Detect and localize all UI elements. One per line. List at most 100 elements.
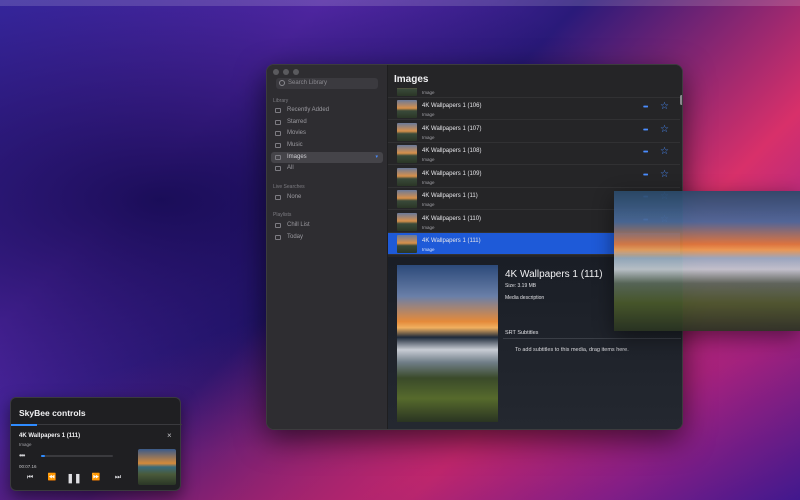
search-input[interactable]: Search Library bbox=[276, 78, 378, 89]
sidebar-item-label: Chill List bbox=[287, 222, 310, 228]
sidebar-item-label: Starred bbox=[287, 119, 307, 125]
srt-drop-zone[interactable]: To add subtitles to this media, drag ite… bbox=[515, 347, 629, 353]
sidebar-item-label: None bbox=[287, 194, 302, 200]
star-icon[interactable]: ☆ bbox=[660, 146, 669, 157]
list-item[interactable]: 4K Wallpapers 1 (108) Image ••• ☆ bbox=[388, 143, 680, 165]
star-icon bbox=[275, 120, 281, 125]
sidebar-item-movies[interactable]: Movies bbox=[271, 128, 383, 139]
search-placeholder: Search Library bbox=[288, 80, 328, 86]
grid-icon bbox=[275, 166, 281, 171]
list-item-title: 4K Wallpapers 1 (107) bbox=[422, 126, 482, 132]
film-icon bbox=[275, 131, 281, 136]
srt-heading: SRT Subtitles bbox=[505, 330, 539, 336]
rewind-button[interactable]: ⏪ bbox=[41, 471, 63, 485]
list-icon bbox=[275, 223, 281, 228]
star-icon[interactable]: ☆ bbox=[660, 88, 669, 90]
sidebar-item-today[interactable]: Today bbox=[271, 232, 383, 243]
controls-title: SkyBee controls bbox=[19, 408, 86, 418]
sidebar-item-label: Music bbox=[287, 142, 303, 148]
sidebar-item-label: Images bbox=[287, 154, 307, 160]
menu-bar bbox=[0, 0, 800, 6]
sidebar-item-chill-list[interactable]: Chill List bbox=[271, 220, 383, 231]
close-icon[interactable]: × bbox=[167, 431, 172, 440]
list-icon bbox=[275, 235, 281, 240]
photo-icon bbox=[275, 155, 281, 160]
list-item-title: 4K Wallpapers 1 (108) bbox=[422, 148, 482, 154]
sidebar-item-label: Recently Added bbox=[287, 107, 330, 113]
progress-fill bbox=[41, 455, 45, 457]
scrollbar[interactable] bbox=[680, 95, 682, 105]
star-icon[interactable]: ☆ bbox=[660, 169, 669, 180]
elapsed-time: 00:07.16 bbox=[19, 464, 37, 469]
zoom-window-button[interactable] bbox=[293, 69, 299, 75]
sidebar-item-label: Today bbox=[287, 234, 304, 240]
progress-slider[interactable] bbox=[41, 455, 113, 457]
sidebar: Search Library Library Recently Added St… bbox=[267, 65, 388, 429]
list-item-subtitle: Image bbox=[422, 135, 435, 140]
tab-indicator bbox=[11, 424, 37, 426]
window-controls bbox=[273, 69, 299, 75]
playback-buttons: ⏮ ⏪ ❚❚ ⏩ ⏭ bbox=[19, 471, 129, 485]
sidebar-item-recently-added[interactable]: Recently Added bbox=[271, 105, 383, 116]
page-title: Images bbox=[394, 74, 429, 85]
skip-forward-button[interactable]: ⏭ bbox=[107, 471, 129, 485]
list-item-subtitle: Image bbox=[422, 90, 435, 95]
thumbnail bbox=[397, 190, 417, 208]
preview-image bbox=[397, 265, 498, 422]
list-item-subtitle: Image bbox=[422, 180, 435, 185]
divider bbox=[503, 338, 681, 339]
list-item-title: 4K Wallpapers 1 (106) bbox=[422, 103, 482, 109]
now-playing-thumbnail bbox=[138, 449, 176, 485]
list-item[interactable]: 4K Wallpapers 1 (109) Image ••• ☆ bbox=[388, 166, 680, 188]
live-searches-heading: Live Searches bbox=[273, 184, 305, 190]
skip-back-button[interactable]: ⏮ bbox=[19, 471, 41, 485]
sidebar-item-images[interactable]: Images ▾ bbox=[271, 152, 383, 163]
list-item-subtitle: Image bbox=[422, 112, 435, 117]
more-icon[interactable]: ••• bbox=[643, 149, 648, 156]
sidebar-item-starred[interactable]: Starred bbox=[271, 117, 383, 128]
sidebar-item-all[interactable]: All bbox=[271, 163, 383, 174]
star-icon[interactable]: ☆ bbox=[660, 101, 669, 112]
list-item[interactable]: Image ☆ bbox=[388, 88, 680, 98]
list-item-subtitle: Image bbox=[422, 157, 435, 162]
library-heading: Library bbox=[273, 98, 289, 104]
more-icon[interactable]: ••• bbox=[19, 451, 25, 460]
now-playing-title: 4K Wallpapers 1 (111) bbox=[19, 433, 81, 439]
more-icon[interactable]: ••• bbox=[643, 104, 648, 111]
detail-title: 4K Wallpapers 1 (111) bbox=[505, 269, 603, 280]
list-item-subtitle: Image bbox=[422, 247, 435, 252]
divider bbox=[11, 424, 182, 426]
more-icon[interactable]: ••• bbox=[643, 127, 648, 134]
list-item-subtitle: Image bbox=[422, 202, 435, 207]
gear-icon bbox=[275, 195, 281, 200]
list-item[interactable]: 4K Wallpapers 1 (107) Image ••• ☆ bbox=[388, 121, 680, 143]
thumbnail bbox=[397, 213, 417, 231]
close-window-button[interactable] bbox=[273, 69, 279, 75]
drag-preview-image bbox=[614, 191, 800, 331]
now-playing-type: Image bbox=[19, 442, 32, 447]
list-item-title: 4K Wallpapers 1 (109) bbox=[422, 171, 482, 177]
thumbnail bbox=[397, 168, 417, 186]
thumbnail bbox=[397, 123, 417, 141]
list-item-subtitle: Image bbox=[422, 225, 435, 230]
sidebar-item-label: All bbox=[287, 165, 294, 171]
sidebar-item-music[interactable]: Music bbox=[271, 140, 383, 151]
detail-size: Size: 3.19 MB bbox=[505, 283, 537, 289]
media-description-field[interactable]: Media description bbox=[505, 295, 544, 301]
list-item[interactable]: 4K Wallpapers 1 (106) Image ••• ☆ bbox=[388, 98, 680, 120]
music-icon bbox=[275, 143, 281, 148]
fast-forward-button[interactable]: ⏩ bbox=[85, 471, 107, 485]
minimize-window-button[interactable] bbox=[283, 69, 289, 75]
star-icon[interactable]: ☆ bbox=[660, 124, 669, 135]
list-item-title: 4K Wallpapers 1 (111) bbox=[422, 238, 481, 244]
playlists-heading: Playlists bbox=[273, 212, 292, 218]
sidebar-item-none[interactable]: None bbox=[271, 192, 383, 203]
skybee-controls-panel: SkyBee controls 4K Wallpapers 1 (111) × … bbox=[10, 397, 182, 491]
list-item-title: 4K Wallpapers 1 (11) bbox=[422, 193, 478, 199]
more-icon[interactable]: ••• bbox=[643, 172, 648, 179]
thumbnail bbox=[397, 145, 417, 163]
chevron-down-icon[interactable]: ▾ bbox=[375, 152, 378, 163]
sidebar-item-label: Movies bbox=[287, 130, 307, 136]
pause-button[interactable]: ❚❚ bbox=[63, 471, 85, 485]
thumbnail bbox=[397, 235, 417, 253]
